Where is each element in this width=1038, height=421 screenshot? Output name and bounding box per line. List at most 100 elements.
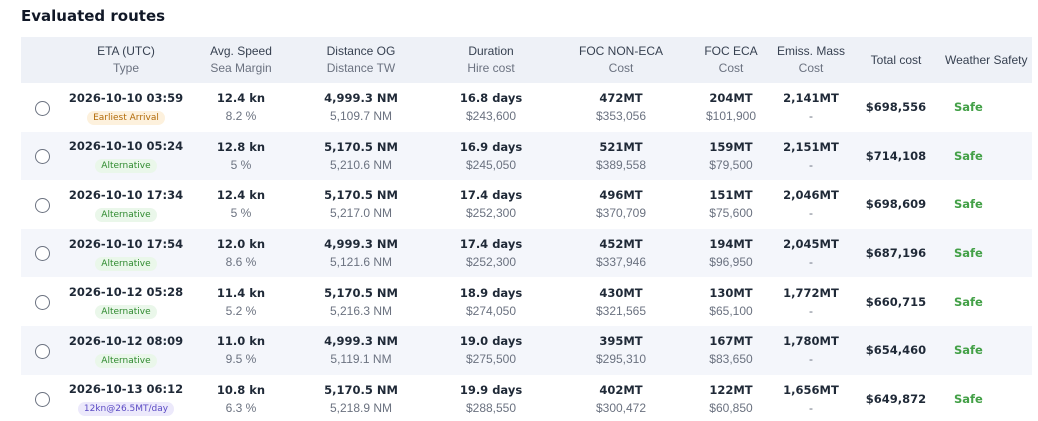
header-weather-safety[interactable]: Weather Safety [941,37,1032,83]
sea-margin-value: 9.5 % [225,352,257,367]
route-select-radio[interactable] [34,343,50,359]
header-eta[interactable]: ETA (UTC) Type [61,37,191,83]
duration-cell: 19.0 days $275,500 [431,326,551,375]
emiss-cell: 1,780MT - [771,326,851,375]
foc-eca-cell: 204MT $101,900 [691,83,771,132]
route-select-radio[interactable] [34,197,50,213]
foc-eca-cost: $65,100 [709,303,753,318]
foc-eca-value: 204MT [709,91,753,106]
route-select-radio[interactable] [34,295,50,310]
duration-cell: 17.4 days $252,300 [431,229,551,278]
section-title: Evaluated routes [21,7,166,25]
select-cell [21,83,61,132]
header-foc-non-eca[interactable]: FOC NON-ECA Cost [551,37,691,83]
foc-eca-cost: $96,950 [709,255,753,270]
eta-value: 2026-10-10 05:24 [68,139,184,154]
route-select-radio[interactable] [34,392,50,408]
distance-og-value: 5,170.5 NM [324,382,398,397]
duration-cell: 16.9 days $245,050 [431,132,551,181]
foc-non-eca-cost: $337,946 [595,255,647,270]
eta-cell: 2026-10-10 03:59 Earliest Arrival [61,83,191,132]
eta-cell: 2026-10-12 05:28 Alternative [61,277,191,326]
table-row[interactable]: 2026-10-10 17:34 Alternative 12.4 kn 5 %… [21,180,1032,229]
eta-value: 2026-10-10 17:34 [68,187,184,202]
header-foc-eca[interactable]: FOC ECA Cost [691,37,771,83]
eta-cell: 2026-10-10 17:54 Alternative [61,229,191,278]
emiss-cell: 2,046MT - [771,180,851,229]
foc-non-eca-cost: $370,709 [595,206,647,221]
speed-cell: 12.0 kn 8.6 % [191,229,291,278]
foc-eca-cell: 167MT $83,650 [691,326,771,375]
hire-cost-value: $252,300 [465,206,517,221]
weather-safety-value: Safe [954,391,983,406]
table-row[interactable]: 2026-10-13 06:12 12kn@26.5MT/day 10.8 kn… [21,375,1032,421]
emiss-mass-value: 1,656MT [783,382,839,397]
distance-tw-value: 5,119.1 NM [330,352,392,367]
avg-speed-value: 12.4 kn [216,188,266,203]
total-cost-value: $687,196 [865,246,927,261]
foc-non-eca-cell: 395MT $295,310 [551,326,691,375]
avg-speed-value: 12.4 kn [216,91,266,106]
header-emiss-mass[interactable]: Emiss. Mass Cost [771,37,851,83]
route-select-radio[interactable] [34,246,50,262]
table-row[interactable]: 2026-10-10 17:54 Alternative 12.0 kn 8.6… [21,228,1032,278]
emiss-cell: 2,151MT - [771,132,851,181]
route-type-badge: Alternative [95,159,157,174]
route-select-radio[interactable] [34,149,50,165]
hire-cost-value: $245,050 [465,157,517,172]
distance-cell: 5,170.5 NM 5,218.9 NM [291,375,431,421]
select-cell [21,277,61,326]
avg-speed-value: 11.4 kn [216,285,266,300]
duration-cell: 19.9 days $288,550 [431,375,551,421]
table-row[interactable]: 2026-10-12 05:28 Alternative 11.4 kn 5.2… [21,277,1032,326]
hire-cost-value: $274,050 [465,303,517,318]
header-duration[interactable]: Duration Hire cost [431,37,551,83]
table-row[interactable]: 2026-10-10 05:24 Alternative 12.8 kn 5 %… [21,131,1032,181]
route-type-badge: Alternative [95,353,157,368]
foc-eca-cost: $101,900 [705,109,757,124]
duration-value: 17.4 days [459,188,523,203]
distance-tw-value: 5,218.9 NM [329,400,393,415]
header-total-cost[interactable]: Total cost [851,37,941,83]
foc-non-eca-cost: $295,310 [595,352,647,367]
foc-non-eca-value: 472MT [599,91,643,106]
distance-og-value: 5,170.5 NM [324,285,398,300]
foc-eca-value: 194MT [709,237,753,252]
duration-cell: 16.8 days $243,600 [431,83,551,132]
total-cost-value: $698,609 [865,197,927,212]
foc-non-eca-cell: 496MT $370,709 [551,180,691,229]
hire-cost-value: $252,300 [465,255,517,270]
emiss-cost-value: - [809,255,813,270]
foc-non-eca-cell: 521MT $389,558 [551,132,691,181]
hire-cost-value: $243,600 [465,109,517,124]
duration-value: 19.0 days [459,334,523,349]
select-cell [21,375,61,421]
foc-eca-cost: $83,650 [709,352,753,367]
weather-safety-value: Safe [954,246,983,261]
duration-cell: 17.4 days $252,300 [431,180,551,229]
eta-value: 2026-10-12 08:09 [68,333,184,348]
emiss-cell: 1,656MT - [771,375,851,421]
foc-non-eca-cell: 452MT $337,946 [551,229,691,278]
table-body: 2026-10-10 03:59 Earliest Arrival 12.4 k… [21,83,1032,421]
sea-margin-value: 5 % [230,206,252,221]
eta-value: 2026-10-10 17:54 [68,236,184,251]
foc-non-eca-value: 402MT [599,382,643,397]
distance-og-value: 4,999.3 NM [324,91,398,106]
header-distance[interactable]: Distance OG Distance TW [291,37,431,83]
emiss-cost-value: - [809,303,813,318]
route-type-badge: Alternative [95,256,157,271]
emiss-mass-value: 1,780MT [783,334,839,349]
distance-cell: 5,170.5 NM 5,217.0 NM [291,180,431,229]
header-speed[interactable]: Avg. Speed Sea Margin [191,37,291,83]
table-row[interactable]: 2026-10-12 08:09 Alternative 11.0 kn 9.5… [21,325,1032,375]
eta-value: 2026-10-10 03:59 [68,90,184,105]
route-select-radio[interactable] [34,100,50,116]
table-row[interactable]: 2026-10-10 03:59 Earliest Arrival 12.4 k… [21,83,1032,132]
weather-safety-value: Safe [954,343,983,358]
hire-cost-value: $288,550 [465,400,517,415]
avg-speed-value: 12.0 kn [216,237,266,252]
evaluated-routes-table: ETA (UTC) Type Avg. Speed Sea Margin Dis… [21,37,1032,421]
speed-cell: 12.4 kn 8.2 % [191,83,291,132]
hire-cost-value: $275,500 [465,352,517,367]
